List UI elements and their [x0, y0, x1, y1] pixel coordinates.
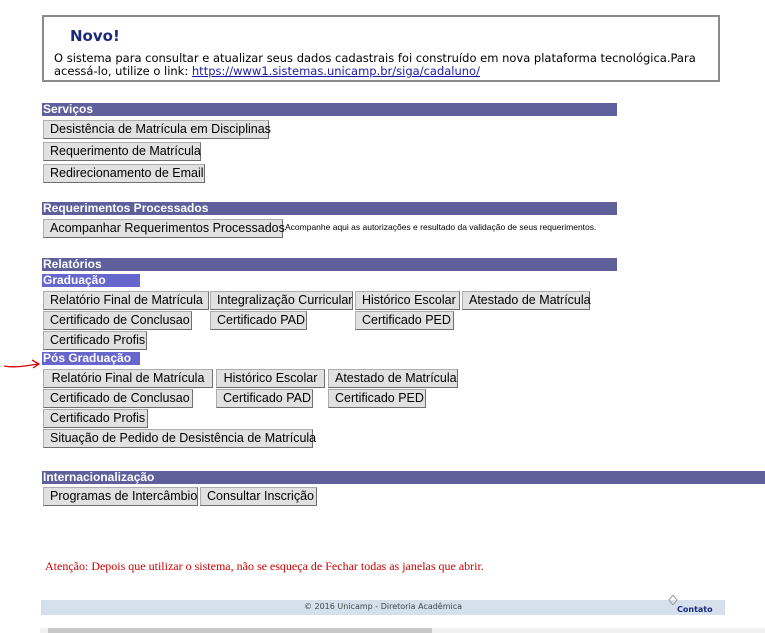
grad-certificado-pad-button[interactable]: Certificado PAD	[210, 311, 307, 330]
horizontal-scrollbar-thumb[interactable]	[48, 628, 432, 633]
contato-icon	[668, 595, 678, 605]
subsection-header-pos-graduacao: Pós Graduação	[42, 352, 140, 365]
grad-relatorio-final-button[interactable]: Relatório Final de Matrícula	[43, 291, 209, 310]
grad-certificado-conclusao-button[interactable]: Certificado de Conclusao	[43, 311, 192, 330]
pos-relatorio-final-button[interactable]: Relatório Final de Matrícula	[43, 369, 213, 388]
subsection-header-graduacao: Graduação	[42, 274, 140, 287]
requerimento-matricula-button[interactable]: Requerimento de Matrícula	[43, 142, 201, 161]
programas-intercambio-button[interactable]: Programas de Intercâmbio	[43, 487, 198, 506]
section-header-servicos: Serviços	[42, 103, 617, 116]
notice-title: Novo!	[70, 27, 120, 45]
grad-certificado-profis-button[interactable]: Certificado Profis	[43, 331, 147, 350]
pos-certificado-pad-button[interactable]: Certificado PAD	[216, 389, 313, 408]
cadaluno-link[interactable]: https://www1.sistemas.unicamp.br/siga/ca…	[192, 64, 480, 78]
grad-integralizacao-button[interactable]: Integralização Curricular	[210, 291, 353, 310]
desistencia-disciplinas-button[interactable]: Desistência de Matrícula em Disciplinas	[43, 120, 271, 139]
warning-text: Atenção: Depois que utilizar o sistema, …	[45, 559, 484, 573]
pos-certificado-ped-button[interactable]: Certificado PED	[328, 389, 426, 408]
pos-situacao-desistencia-button[interactable]: Situação de Pedido de Desistência de Mat…	[43, 429, 316, 448]
grad-certificado-ped-button[interactable]: Certificado PED	[355, 311, 454, 330]
pos-certificado-conclusao-button[interactable]: Certificado de Conclusao	[43, 389, 193, 408]
annotation-arrow-icon	[3, 359, 41, 369]
acompanhar-requerimentos-button[interactable]: Acompanhar Requerimentos Processados	[43, 219, 285, 238]
grad-historico-button[interactable]: Histórico Escolar	[355, 291, 460, 310]
section-header-relatorios: Relatórios	[42, 258, 617, 271]
section-header-requerimentos: Requerimentos Processados	[42, 202, 617, 215]
footer: © 2016 Unicamp - Diretoria Acadêmica	[41, 600, 725, 615]
pos-historico-button[interactable]: Histórico Escolar	[216, 369, 325, 388]
consultar-inscricao-button[interactable]: Consultar Inscrição	[200, 487, 317, 506]
pos-atestado-button[interactable]: Atestado de Matrícula	[328, 369, 458, 388]
redirecionamento-email-button[interactable]: Redirecionamento de Email	[43, 164, 205, 183]
contato-link[interactable]: Contato	[677, 605, 713, 614]
section-header-internacionalizacao: Internacionalização	[42, 471, 765, 484]
requerimentos-note: Acompanhe aqui as autorizações e resulta…	[285, 222, 597, 232]
footer-copyright: © 2016 Unicamp - Diretoria Acadêmica	[303, 602, 463, 611]
pos-certificado-profis-button[interactable]: Certificado Profis	[43, 409, 148, 428]
notice-box: Novo! O sistema para consultar e atualiz…	[42, 15, 720, 82]
notice-text: O sistema para consultar e atualizar seu…	[54, 52, 714, 78]
grad-atestado-button[interactable]: Atestado de Matrícula	[462, 291, 591, 310]
